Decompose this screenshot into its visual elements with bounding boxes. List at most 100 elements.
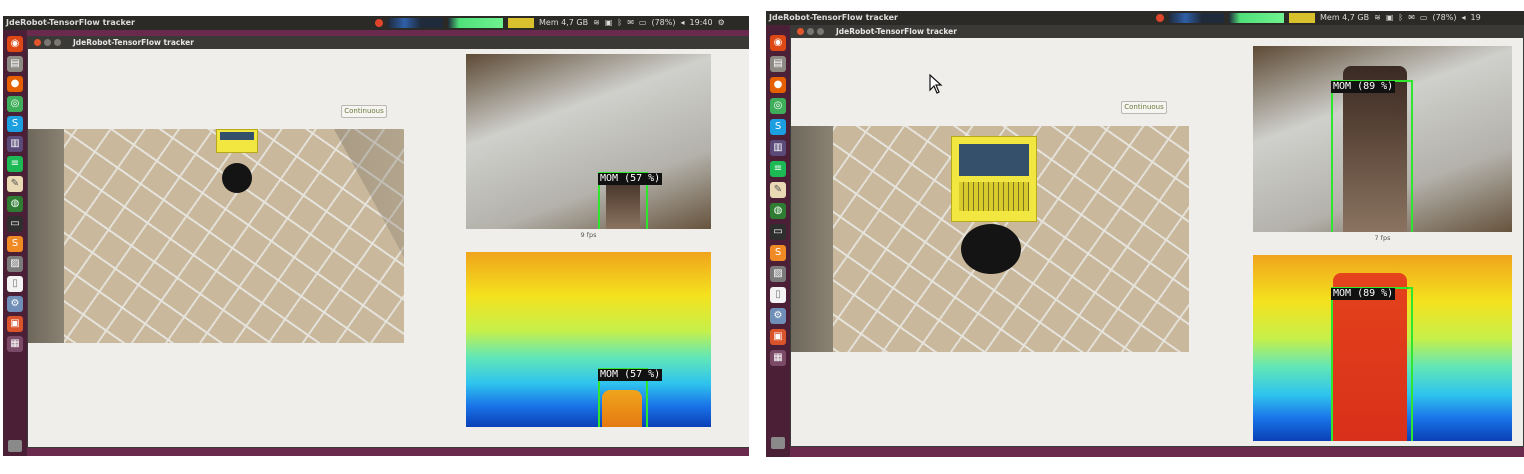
bluetooth-icon[interactable]: ᛒ — [1398, 11, 1403, 25]
minimize-window-icon[interactable] — [44, 39, 51, 46]
keyboard-icon[interactable]: ▣ — [605, 16, 613, 30]
robot-camera-view — [28, 129, 404, 343]
battery-label: (78%) — [651, 18, 676, 27]
launcher: ◉ ▤ ● ◎ S ▥ ≡ ✎ ◍ ▭ S ▨ ▯ ⚙ ▣ ▦ — [3, 30, 27, 456]
text-editor-icon[interactable]: ✎ — [7, 176, 23, 192]
ubuntu-icon[interactable]: ◉ — [7, 36, 23, 52]
close-window-icon[interactable] — [797, 28, 804, 35]
window-title: JdeRobot-TensorFlow tracker — [73, 38, 194, 47]
settings-icon[interactable]: ⚙ — [7, 296, 23, 312]
rgb-camera-view: MOM (89 %) — [1253, 46, 1512, 232]
memory-label[interactable]: Mem 4,7 GB — [1320, 11, 1369, 25]
workspace-icon[interactable]: ▦ — [770, 350, 786, 366]
mail-icon[interactable]: ✉ — [1408, 11, 1415, 25]
tracker-window: JdeRobot-TensorFlow tracker Continuous M… — [790, 25, 1524, 447]
sublime-icon[interactable]: S — [7, 236, 23, 252]
settings-icon[interactable]: ⚙ — [770, 308, 786, 324]
clock-label[interactable]: 19 — [1471, 11, 1481, 25]
close-window-icon[interactable] — [34, 39, 41, 46]
volume-icon[interactable]: ◂ — [1462, 11, 1466, 25]
skype-icon[interactable]: S — [7, 116, 23, 132]
chrome-icon[interactable]: ◎ — [7, 96, 23, 112]
corridor-wall — [28, 129, 64, 343]
firefox-icon[interactable]: ● — [7, 76, 23, 92]
trash-icon[interactable] — [8, 440, 22, 452]
software-icon[interactable]: ▣ — [7, 316, 23, 332]
spotify-icon[interactable]: ≡ — [7, 156, 23, 172]
globe-icon[interactable]: ◍ — [770, 203, 786, 219]
robot-laptop — [951, 136, 1037, 222]
workspace-icon[interactable]: ▦ — [7, 336, 23, 352]
depth-detection-box: MOM (57 %) — [598, 368, 663, 427]
battery-icon[interactable]: ▭ — [1420, 11, 1428, 25]
terminal-icon[interactable]: ▭ — [770, 224, 786, 240]
memory-graph — [508, 18, 534, 28]
depth-detection-label: MOM (57 %) — [598, 369, 663, 381]
fps-label: 7 fps — [1374, 234, 1391, 242]
indicator-area: Mem 4,7 GB ≋ ▣ ᛒ ✉ ▭ (78%) ◂ 19:40 ⚙ — [375, 16, 725, 30]
bluetooth-icon[interactable]: ᛒ — [617, 16, 622, 30]
rgb-detection-label: MOM (89 %) — [1331, 81, 1396, 93]
depth-camera-view: MOM (57 %) — [466, 252, 711, 427]
launcher: ◉ ▤ ● ◎ S ▥ ≡ ✎ ◍ ▭ S ▨ ▯ ⚙ ▣ ▦ — [766, 25, 790, 457]
app-menu-title[interactable]: JdeRobot-TensorFlow tracker — [769, 11, 898, 25]
record-icon[interactable] — [1156, 14, 1164, 22]
indicator-area: Mem 4,7 GB ≋ ▣ ᛒ ✉ ▭ (78%) ◂ 19 — [1156, 11, 1481, 25]
depth-detection-box: MOM (89 %) — [1331, 287, 1413, 441]
top-panel: JdeRobot-TensorFlow tracker Mem 4,7 GB ≋… — [766, 11, 1524, 25]
keyboard-icon[interactable]: ▣ — [1386, 11, 1394, 25]
document-icon[interactable]: ▯ — [7, 276, 23, 292]
record-icon[interactable] — [375, 19, 383, 27]
rgb-detection-label: MOM (57 %) — [598, 173, 663, 185]
gear-icon[interactable]: ⚙ — [718, 16, 725, 30]
memory-graph — [1289, 13, 1315, 23]
robot-base — [222, 163, 252, 193]
window-title: JdeRobot-TensorFlow tracker — [836, 27, 957, 36]
window-titlebar[interactable]: JdeRobot-TensorFlow tracker — [28, 37, 749, 49]
wifi-icon[interactable]: ≋ — [1374, 11, 1381, 25]
maximize-window-icon[interactable] — [54, 39, 61, 46]
maximize-window-icon[interactable] — [817, 28, 824, 35]
robot-base — [961, 224, 1021, 274]
minimize-window-icon[interactable] — [807, 28, 814, 35]
trash-icon[interactable] — [771, 437, 785, 449]
tracker-window: JdeRobot-TensorFlow tracker Continuous M… — [27, 36, 749, 448]
rosbag-icon[interactable]: ▥ — [770, 140, 786, 156]
clock-label[interactable]: 19:40 — [690, 16, 713, 30]
depth-detection-label: MOM (89 %) — [1331, 288, 1396, 300]
firefox-icon[interactable]: ● — [770, 77, 786, 93]
battery-icon[interactable]: ▭ — [639, 16, 647, 30]
software-icon[interactable]: ▣ — [770, 329, 786, 345]
battery-label: (78%) — [1432, 13, 1457, 22]
image-viewer-icon[interactable]: ▨ — [7, 256, 23, 272]
files-icon[interactable]: ▤ — [7, 56, 23, 72]
sublime-icon[interactable]: S — [770, 245, 786, 261]
app-menu-title[interactable]: JdeRobot-TensorFlow tracker — [6, 16, 135, 30]
continuous-button[interactable]: Continuous — [1121, 101, 1167, 114]
top-panel: JdeRobot-TensorFlow tracker Mem 4,7 GB ≋… — [3, 16, 749, 30]
globe-icon[interactable]: ◍ — [7, 196, 23, 212]
document-icon[interactable]: ▯ — [770, 287, 786, 303]
screenshot-right: JdeRobot-TensorFlow tracker Mem 4,7 GB ≋… — [766, 11, 1524, 457]
files-icon[interactable]: ▤ — [770, 56, 786, 72]
rosbag-icon[interactable]: ▥ — [7, 136, 23, 152]
image-viewer-icon[interactable]: ▨ — [770, 266, 786, 282]
robot-camera-view — [791, 126, 1189, 352]
terminal-icon[interactable]: ▭ — [7, 216, 23, 232]
skype-icon[interactable]: S — [770, 119, 786, 135]
memory-label[interactable]: Mem 4,7 GB — [539, 16, 588, 30]
fps-label: 9 fps — [580, 231, 597, 239]
chrome-icon[interactable]: ◎ — [770, 98, 786, 114]
cpu-graph — [1169, 13, 1224, 23]
screenshot-left: JdeRobot-TensorFlow tracker Mem 4,7 GB ≋… — [3, 16, 749, 456]
spotify-icon[interactable]: ≡ — [770, 161, 786, 177]
robot — [212, 129, 262, 199]
wifi-icon[interactable]: ≋ — [593, 16, 600, 30]
mail-icon[interactable]: ✉ — [627, 16, 634, 30]
text-editor-icon[interactable]: ✎ — [770, 182, 786, 198]
volume-icon[interactable]: ◂ — [681, 16, 685, 30]
window-titlebar[interactable]: JdeRobot-TensorFlow tracker — [791, 26, 1523, 38]
ubuntu-icon[interactable]: ◉ — [770, 35, 786, 51]
network-graph — [1229, 13, 1284, 23]
continuous-button[interactable]: Continuous — [341, 105, 387, 118]
